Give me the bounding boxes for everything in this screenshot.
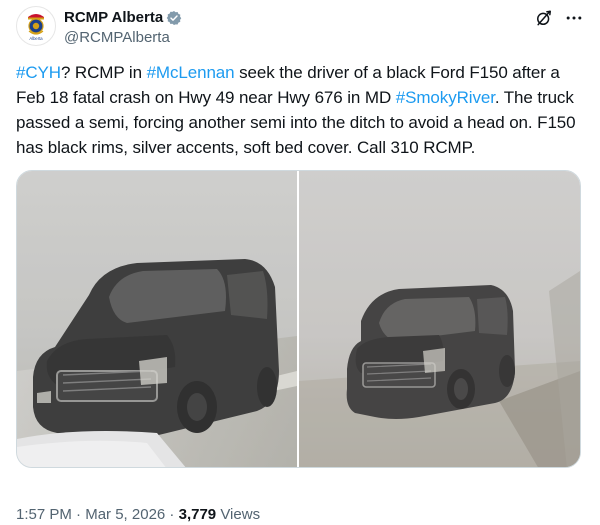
verified-badge-icon[interactable]	[166, 10, 182, 26]
tweet: Alberta RCMP Alberta @RCMPAlberta #CYH? …	[0, 0, 600, 525]
tweet-text-segment: ? RCMP in	[60, 63, 147, 82]
more-options-icon[interactable]	[564, 8, 584, 28]
views-count[interactable]: 3,779	[179, 506, 217, 523]
tweet-text: #CYH? RCMP in #McLennan seek the driver …	[16, 60, 584, 160]
hashtag-link[interactable]: #SmokyRiver	[396, 88, 495, 107]
separator: ·	[165, 506, 179, 523]
hashtag-link[interactable]: #McLennan	[147, 63, 235, 82]
views-label: Views	[216, 506, 261, 523]
header-actions	[534, 8, 584, 28]
display-name-row: RCMP Alberta	[64, 8, 182, 28]
media-grid	[16, 170, 581, 468]
display-name[interactable]: RCMP Alberta	[64, 8, 163, 28]
author-names: RCMP Alberta @RCMPAlberta	[64, 8, 182, 48]
post-time[interactable]: 1:57 PM	[16, 506, 72, 523]
rcmp-crest-icon: Alberta	[28, 14, 44, 41]
hashtag-link[interactable]: #CYH	[16, 63, 61, 82]
tweet-footer: 1:57 PM · Mar 5, 2026 · 3,779 Views	[16, 505, 260, 525]
truck-photo-front-far[interactable]	[299, 171, 580, 467]
avatar-text: Alberta	[29, 36, 43, 41]
truck-photo-front-close[interactable]	[17, 171, 297, 467]
grok-icon[interactable]	[534, 8, 554, 28]
avatar[interactable]: Alberta	[16, 6, 56, 46]
separator: ·	[71, 506, 86, 523]
author-handle[interactable]: @RCMPAlberta	[64, 28, 182, 48]
post-date[interactable]: Mar 5, 2026	[85, 506, 165, 523]
tweet-header: Alberta RCMP Alberta @RCMPAlberta	[16, 6, 584, 50]
